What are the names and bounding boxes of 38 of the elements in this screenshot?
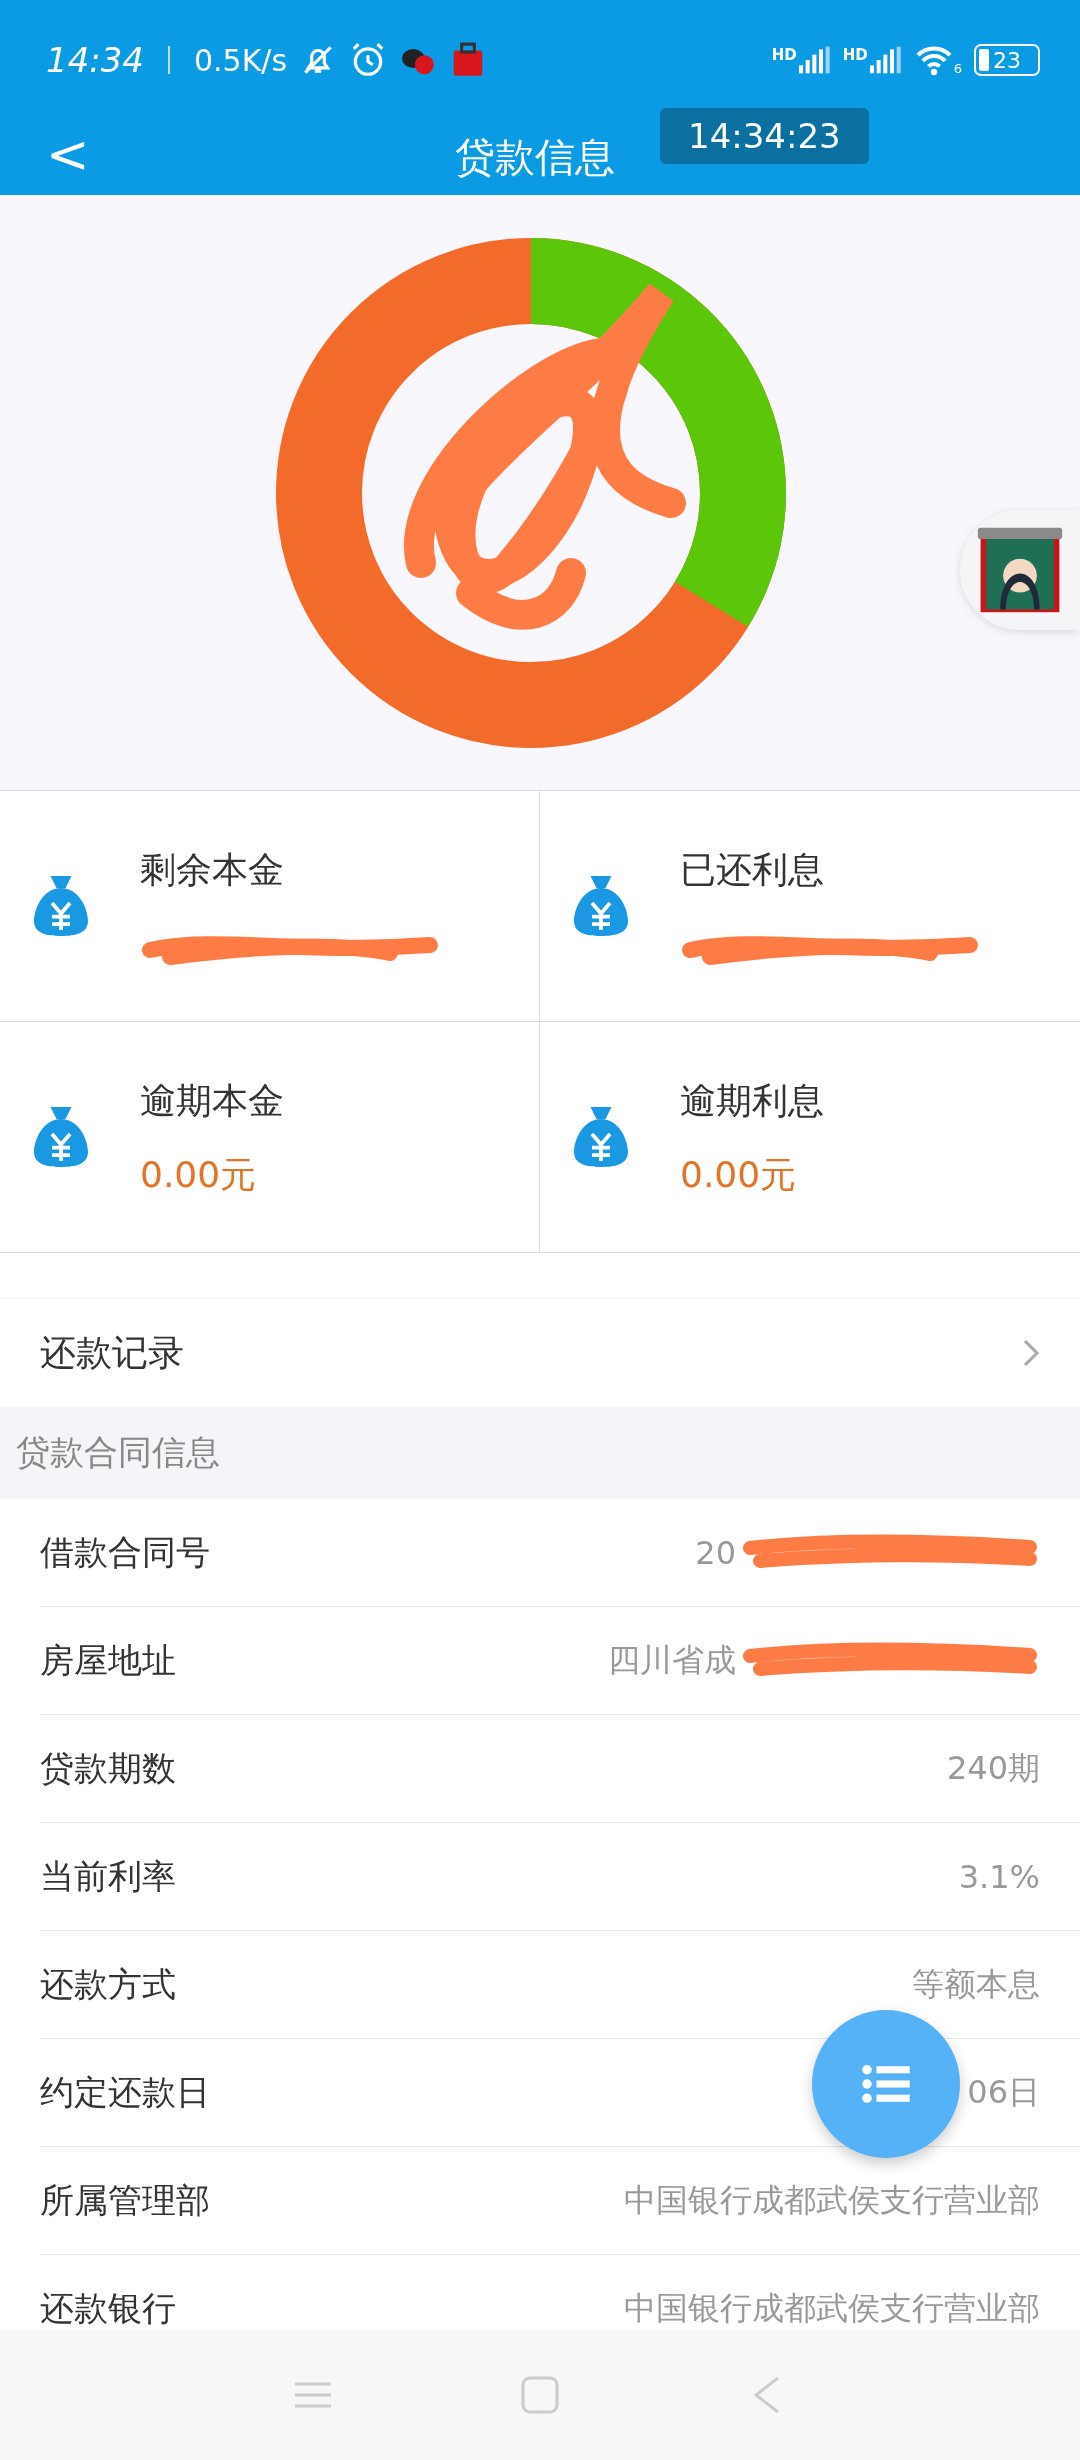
recording-timestamp: 14:34:23	[660, 108, 869, 164]
page-title: 贷款信息	[455, 133, 615, 182]
summary-label: 已还利息	[680, 847, 825, 892]
summary-label: 剩余本金	[140, 847, 285, 892]
network-speed: 0.5K/s	[194, 42, 288, 78]
character-card-icon	[977, 525, 1063, 615]
field-label: 约定还款日	[40, 2070, 210, 2114]
field-label: 当前利率	[40, 1854, 176, 1898]
list-icon	[862, 2065, 910, 2103]
signal-icon	[869, 46, 902, 74]
field-label: 贷款期数	[40, 1746, 176, 1790]
field-label: 所属管理部	[40, 2178, 210, 2222]
hd-label: HD	[771, 46, 797, 64]
field-value: 等额本息	[912, 1963, 1040, 2005]
battery-icon: 23	[974, 44, 1040, 76]
chevron-right-icon	[1022, 1338, 1040, 1368]
field-value: 四川省成	[608, 1639, 736, 1681]
hd-label: HD	[842, 46, 868, 64]
field-value: 3.1%	[958, 1857, 1040, 1896]
field-value: 240期	[946, 1747, 1040, 1789]
signal-icon	[798, 46, 831, 74]
field-value: 20	[695, 1533, 736, 1572]
wifi-label: 6	[953, 61, 962, 76]
section-header: 贷款合同信息	[0, 1407, 1080, 1499]
field-value: 中国银行成都武侯支行营业部	[624, 2179, 1040, 2221]
field-value: 中国银行成都武侯支行营业部	[624, 2287, 1040, 2329]
amount-value: 0.00元	[680, 1153, 797, 1197]
field-label: 还款方式	[40, 1962, 176, 2006]
status-time: 14:34	[46, 40, 144, 80]
field-label: 还款银行	[40, 2286, 176, 2330]
field-label: 房屋地址	[40, 1638, 176, 1682]
field-label: 借款合同号	[40, 1530, 210, 1574]
home-icon[interactable]	[520, 2375, 560, 2415]
field-value: 06日	[967, 2071, 1040, 2113]
summary-label: 逾期利息	[680, 1078, 824, 1123]
amount-value: 0.00元	[140, 1153, 257, 1197]
summary-label: 逾期本金	[140, 1078, 284, 1123]
floating-avatar-button[interactable]	[960, 510, 1080, 630]
